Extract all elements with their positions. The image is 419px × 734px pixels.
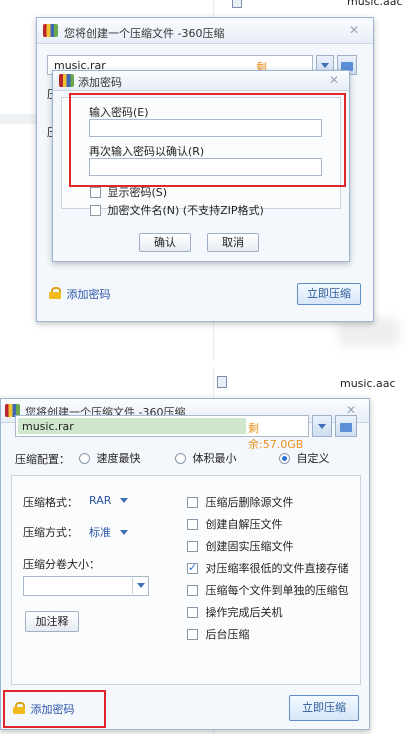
add-password-label: 添加密码 [66,288,111,301]
speed-label: 速度最快 [96,452,141,465]
format-label: 压缩格式： [23,496,78,509]
bottom-folder-icon [340,423,352,432]
compress-now-label: 立即压缩 [307,287,351,300]
store-low-ratio-check: ✓ [187,561,198,574]
bottom-chevron-down-icon [318,424,326,429]
close-icon[interactable]: ✕ [347,23,361,37]
file-name-label: music.aac [347,0,403,8]
option-separate-archives[interactable]: 压缩每个文件到单独的压缩包 [187,582,349,598]
solid-archive-label: 创建固实压缩文件 [205,540,294,553]
bottom-file-name-label: music.aac [340,377,396,390]
config-label: 压缩配置： [15,453,70,466]
show-password-label: 显示密码(S) [107,186,168,199]
bottom-file-icon [217,376,227,388]
dialog-titlebar: 添加密码 ✕ [53,71,349,91]
bottom-history-dropdown-button[interactable] [312,415,332,437]
option-shutdown[interactable]: 操作完成后关机 [187,604,283,620]
top-titlebar: 您将创建一个压缩文件 -360压缩 ✕ [37,18,373,44]
window-title: 您将创建一个压缩文件 -360压缩 [64,27,225,40]
method-select[interactable]: 标准 [89,524,128,540]
add-comment-label: 加注释 [35,615,69,628]
add-password-link[interactable]: 添加密码 [49,286,111,302]
format-select[interactable]: RAR [89,494,128,507]
blurred-smudge [338,318,400,346]
encrypt-names-label: 加密文件名(N) (不支持ZIP格式) [107,204,264,217]
cancel-button[interactable]: 取消 [207,233,259,252]
option-background[interactable]: 后台压缩 [187,626,250,642]
format-chevron-icon [119,498,128,503]
shutdown-label: 操作完成后关机 [205,606,283,619]
self-extract-check [187,519,198,530]
add-comment-button[interactable]: 加注释 [25,611,79,632]
config-option-size[interactable]: 体积最小 [175,450,237,466]
bottom-compress-now-label: 立即压缩 [302,701,346,714]
cancel-label: 取消 [222,236,244,249]
option-store-low-ratio[interactable]: ✓ 对压缩率很低的文件直接存储 [187,560,349,576]
custom-radio-dot [282,456,287,461]
split-chevron-icon [137,583,145,588]
store-low-ratio-label: 对压缩率很低的文件直接存储 [205,562,349,575]
size-radio [175,453,186,464]
add-password-highlight-box [3,690,106,728]
bottom-main-window: 您将创建一个压缩文件 -360压缩 ✕ music.rar 剩余:57.0GB … [0,398,370,730]
method-value: 标准 [89,526,111,539]
file-icon [232,0,242,8]
password-highlight-box [69,93,346,187]
config-option-speed[interactable]: 速度最快 [79,450,141,466]
split-size-combobox[interactable] [23,576,149,596]
option-delete-source[interactable]: 压缩后删除源文件 [187,494,294,510]
app-logo-icon [43,24,58,37]
bottom-file-name-value: music.rar [22,420,74,433]
split-size-label: 压缩分卷大小： [23,558,100,571]
custom-radio [279,453,290,464]
background-label: 后台压缩 [205,628,250,641]
separate-archives-label: 压缩每个文件到单独的压缩包 [205,584,349,597]
solid-archive-check [187,541,198,552]
lock-icon [49,287,61,299]
delete-source-label: 压缩后删除源文件 [205,496,294,509]
format-value: RAR [89,494,112,507]
bottom-browse-folder-button[interactable] [335,415,357,437]
encrypt-names-checkbox[interactable]: 加密文件名(N) (不支持ZIP格式) [90,202,264,218]
show-password-check [90,187,101,198]
ok-button[interactable]: 确认 [139,233,191,252]
method-chevron-icon [119,530,128,535]
option-self-extract[interactable]: 创建自解压文件 [187,516,283,532]
delete-source-check [187,497,198,508]
dialog-title: 添加密码 [78,76,122,89]
compress-now-button[interactable]: 立即压缩 [297,283,361,305]
config-option-custom[interactable]: 自定义 [279,450,330,466]
background-check [187,629,198,640]
self-extract-label: 创建自解压文件 [205,518,283,531]
bottom-remaining-space: 剩余:57.0GB [248,422,304,451]
dialog-close-icon[interactable]: ✕ [327,73,341,87]
ok-label: 确认 [154,236,176,249]
option-solid-archive[interactable]: 创建固实压缩文件 [187,538,294,554]
chevron-down-icon [321,63,329,68]
bottom-compress-now-button[interactable]: 立即压缩 [289,695,359,721]
bottom-file-name-field[interactable]: music.rar 剩余:57.0GB [15,415,309,451]
dialog-logo-icon [59,74,74,87]
shutdown-check [187,607,198,618]
split-size-dropdown-button[interactable] [132,578,148,594]
background-selection-strip [0,114,40,124]
encrypt-names-check [90,205,101,216]
method-label: 压缩方式： [23,526,78,539]
speed-radio [79,453,90,464]
size-label: 体积最小 [192,452,237,465]
separate-archives-check [187,585,198,596]
checkmark-icon: ✓ [188,561,198,574]
custom-label: 自定义 [296,452,330,465]
